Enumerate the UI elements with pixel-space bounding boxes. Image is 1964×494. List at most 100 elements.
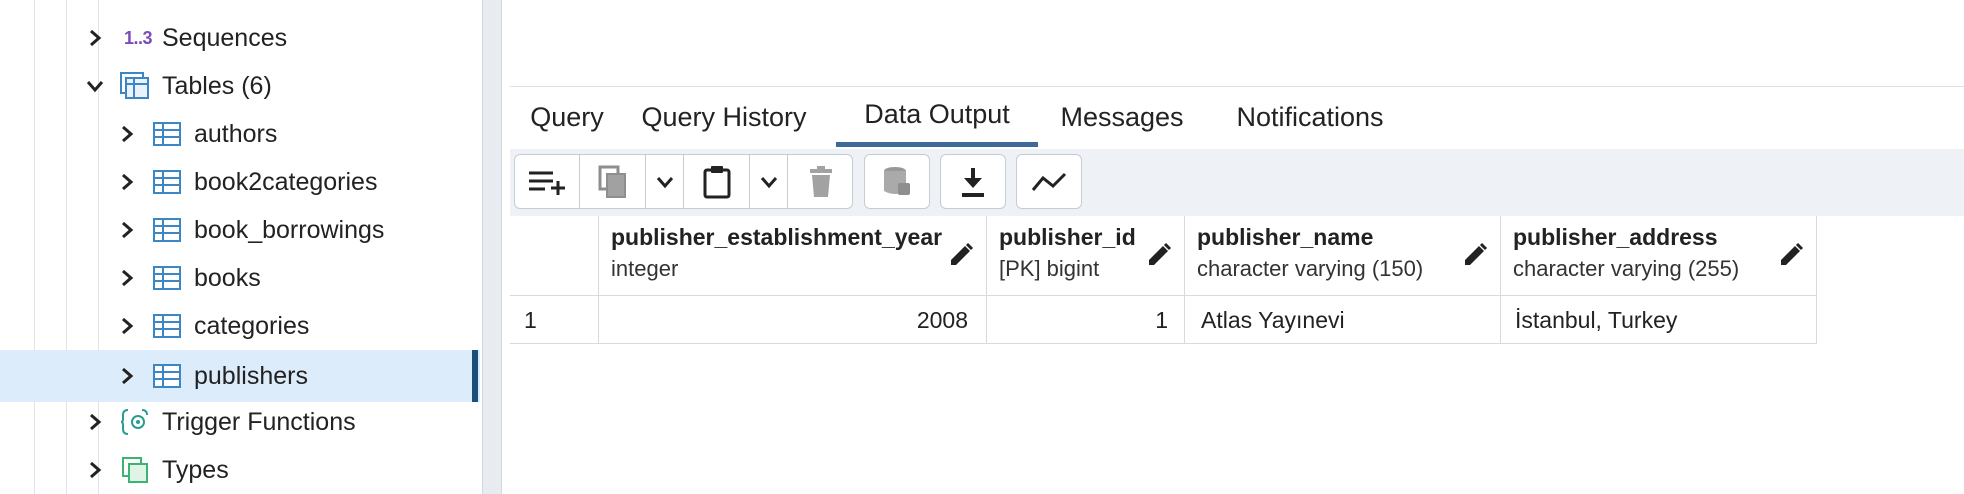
tree-item-tables[interactable]: Tables (6) [0, 62, 480, 110]
object-explorer-tree: 1..3 Sequences Tables (6) authors book2c… [0, 0, 480, 494]
tree-item-label: categories [194, 311, 310, 340]
column-header[interactable]: publisher_address character varying (255… [1501, 216, 1817, 296]
tree-item-types[interactable]: Types [0, 446, 480, 494]
tables-icon [120, 71, 150, 101]
tree-item-label: book2categories [194, 167, 378, 196]
row-number-cell[interactable]: 1 [510, 296, 599, 344]
column-type: [PK] bigint [999, 256, 1100, 281]
chevron-right-icon[interactable] [115, 218, 139, 242]
tree-item-table-categories[interactable]: categories [0, 302, 480, 350]
table-icon [152, 361, 182, 391]
chevron-down-icon[interactable] [83, 74, 107, 98]
pencil-icon[interactable] [1462, 242, 1488, 268]
column-name: publisher_name [1197, 224, 1374, 250]
table-icon [152, 311, 182, 341]
tree-item-table-books[interactable]: books [0, 254, 480, 302]
cell-value: 2008 [916, 306, 968, 333]
query-editor[interactable] [510, 0, 1964, 87]
tree-item-sequences[interactable]: 1..3 Sequences [0, 14, 480, 62]
tree-item-label: Sequences [162, 23, 288, 52]
paste-icon [703, 165, 730, 198]
chevron-right-icon[interactable] [115, 122, 139, 146]
row-number: 1 [524, 306, 537, 333]
edit-button-group [514, 154, 853, 209]
table-icon [152, 215, 182, 245]
tree-item-label: books [194, 263, 261, 292]
chevron-right-icon[interactable] [83, 410, 107, 434]
chevron-down-icon [760, 176, 777, 188]
table-cell[interactable]: İstanbul, Turkey [1501, 296, 1817, 344]
save-data-icon [884, 166, 910, 195]
column-type: character varying (255) [1513, 256, 1740, 281]
column-type: character varying (150) [1197, 256, 1424, 281]
column-header[interactable]: publisher_name character varying (150) [1185, 216, 1501, 296]
pencil-icon[interactable] [948, 242, 974, 268]
tree-item-label: book_borrowings [194, 215, 385, 244]
result-tabs: Query Query History Data Output Messages… [510, 87, 1964, 147]
tab-messages[interactable]: Messages [1040, 87, 1204, 147]
add-row-button[interactable] [515, 155, 580, 208]
paste-button[interactable] [684, 155, 750, 208]
column-header[interactable]: publisher_establishment_year integer [599, 216, 987, 296]
tree-item-table-book_borrowings[interactable]: book_borrowings [0, 206, 480, 254]
table-icon [152, 167, 182, 197]
graph-visualiser-button[interactable] [1017, 155, 1081, 208]
tree-item-label: authors [194, 119, 278, 148]
graph-icon [1031, 172, 1067, 191]
tab-notifications[interactable]: Notifications [1208, 87, 1412, 147]
sequence-icon: 1..3 [123, 27, 153, 48]
table-icon [152, 119, 182, 149]
tree-item-trigger-functions[interactable]: Trigger Functions [0, 398, 480, 446]
cell-value: İstanbul, Turkey [1515, 306, 1678, 333]
tree-item-table-publishers[interactable]: publishers [0, 350, 480, 402]
chevron-right-icon[interactable] [83, 458, 107, 482]
column-type: integer [611, 256, 679, 281]
download-button-group [940, 154, 1006, 209]
tree-item-label: Types [162, 455, 229, 484]
table-cell[interactable]: Atlas Yayınevi [1185, 296, 1501, 344]
column-name: publisher_establishment_year [611, 224, 943, 250]
tree-item-label: Trigger Functions [162, 407, 356, 436]
tab-query[interactable]: Query [510, 87, 624, 147]
query-tool-panel: Query Query History Data Output Messages… [510, 0, 1964, 494]
data-output-toolbar [510, 149, 1964, 216]
chevron-right-icon[interactable] [115, 170, 139, 194]
panel-splitter[interactable] [482, 0, 502, 494]
chevron-right-icon[interactable] [115, 364, 139, 388]
download-button[interactable] [941, 155, 1005, 208]
chevron-down-icon [656, 176, 673, 188]
add-row-icon [529, 171, 565, 195]
copy-button[interactable] [580, 155, 646, 208]
chevron-right-icon[interactable] [115, 314, 139, 338]
chevron-right-icon[interactable] [83, 26, 107, 50]
cell-value: Atlas Yayınevi [1201, 306, 1345, 333]
tree-item-label: publishers [194, 361, 308, 390]
graph-button-group [1016, 154, 1082, 209]
delete-button[interactable] [788, 155, 852, 208]
copy-options-dropdown[interactable] [646, 155, 684, 208]
copy-icon [598, 165, 626, 198]
table-cell[interactable]: 2008 [599, 296, 987, 344]
tree-item-label: Tables (6) [162, 71, 272, 100]
column-name: publisher_id [999, 224, 1136, 250]
chevron-right-icon[interactable] [115, 266, 139, 290]
save-data-button-group [864, 154, 930, 209]
delete-icon [810, 165, 832, 197]
table-icon [152, 263, 182, 293]
download-icon [962, 167, 984, 197]
pencil-icon[interactable] [1778, 242, 1804, 268]
column-header[interactable]: publisher_id [PK] bigint [987, 216, 1185, 296]
tree-item-table-book2categories[interactable]: book2categories [0, 158, 480, 206]
trigger-function-icon [120, 407, 150, 437]
column-name: publisher_address [1513, 224, 1718, 250]
tab-data-output[interactable]: Data Output [836, 87, 1038, 147]
paste-options-dropdown[interactable] [750, 155, 788, 208]
save-data-button[interactable] [865, 155, 929, 208]
tab-query-history[interactable]: Query History [624, 87, 824, 147]
tree-item-table-authors[interactable]: authors [0, 110, 480, 158]
row-number-header[interactable] [510, 216, 599, 296]
types-icon [120, 455, 150, 485]
cell-value: 1 [1155, 306, 1168, 333]
table-cell[interactable]: 1 [987, 296, 1185, 344]
pencil-icon[interactable] [1146, 242, 1172, 268]
